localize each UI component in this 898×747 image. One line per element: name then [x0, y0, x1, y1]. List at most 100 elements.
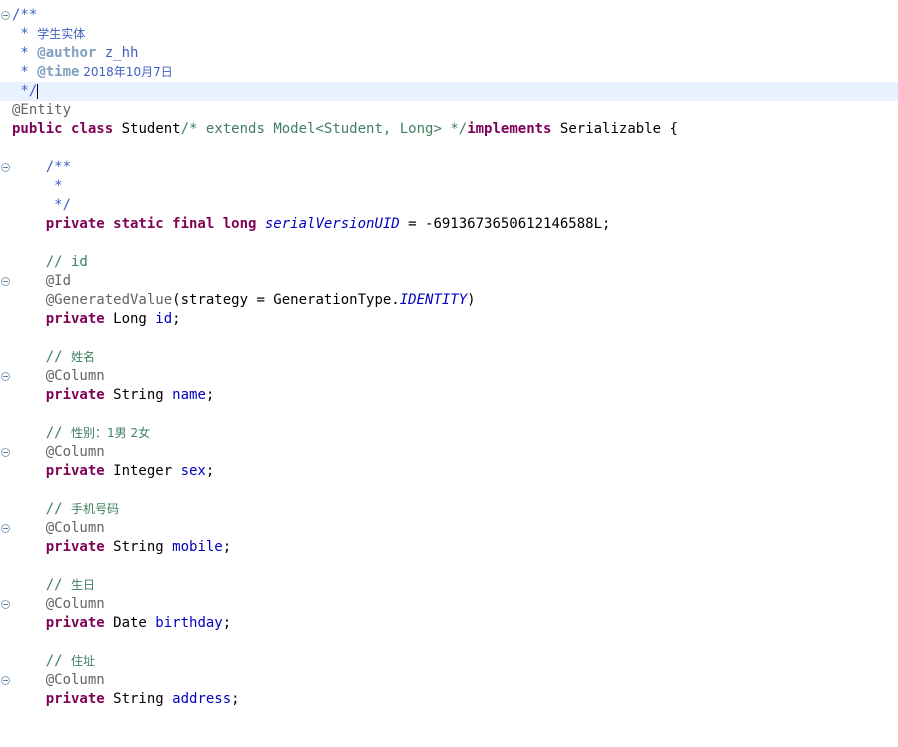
- id-annotation: @Id: [12, 273, 72, 289]
- comment-prefix: //: [12, 349, 72, 365]
- javadoc-open: /**: [12, 159, 72, 175]
- code-line-9[interactable]: /**: [0, 158, 898, 177]
- field-name: birthday: [155, 615, 223, 631]
- semicolon: ;: [172, 311, 181, 327]
- code-line-12[interactable]: private static final long serialVersionU…: [0, 215, 898, 234]
- code-line-19[interactable]: // 姓名: [0, 348, 898, 367]
- fold-collapse-icon[interactable]: [1, 11, 10, 20]
- text-caret: [37, 83, 39, 99]
- field-comment: 性别：1男 2女: [71, 426, 151, 440]
- javadoc-star: *: [12, 45, 38, 61]
- code-line-32[interactable]: @Column: [0, 595, 898, 614]
- fold-collapse-icon[interactable]: [1, 163, 10, 172]
- code-line-27[interactable]: // 手机号码: [0, 500, 898, 519]
- code-line-29[interactable]: private String mobile;: [0, 538, 898, 557]
- code-line-3[interactable]: * @author z_hh: [0, 44, 898, 63]
- class-name: Student: [113, 121, 181, 137]
- field-comment: 手机号码: [71, 502, 120, 516]
- identity-constant: IDENTITY: [399, 292, 468, 308]
- code-line-21[interactable]: private String name;: [0, 386, 898, 405]
- code-line-10[interactable]: *: [0, 177, 898, 196]
- keyword-private: private: [12, 615, 105, 631]
- javadoc-open: /**: [12, 7, 38, 23]
- keyword-private: private: [12, 311, 105, 327]
- javadoc-author-value: z_hh: [96, 45, 139, 61]
- code-line-31[interactable]: // 生日: [0, 576, 898, 595]
- code-line-1[interactable]: /**: [0, 6, 898, 25]
- comment-prefix: //: [12, 653, 72, 669]
- code-line-37[interactable]: private String address;: [0, 690, 898, 709]
- javadoc-author-tag: @author: [37, 45, 97, 61]
- code-line-17[interactable]: private Long id;: [0, 310, 898, 329]
- generated-value-annotation: @GeneratedValue: [12, 292, 173, 308]
- serial-version-uid: serialVersionUID: [264, 216, 400, 232]
- entity-annotation: @Entity: [12, 102, 72, 118]
- keyword-public: public: [12, 121, 63, 137]
- column-annotation: @Column: [12, 368, 105, 384]
- javadoc-time-tag: @time: [37, 64, 80, 80]
- fold-collapse-icon[interactable]: [1, 676, 10, 685]
- fold-collapse-icon[interactable]: [1, 600, 10, 609]
- javadoc-close: */: [12, 197, 72, 213]
- column-annotation: @Column: [12, 444, 105, 460]
- field-name: name: [172, 387, 206, 403]
- comment-prefix: //: [12, 425, 72, 441]
- semicolon: ;: [205, 463, 215, 479]
- interface-name: Serializable {: [551, 121, 678, 137]
- field-comment: 生日: [71, 578, 96, 592]
- javadoc-description: 学生实体: [37, 27, 86, 41]
- code-line-16[interactable]: @GeneratedValue(strategy = GenerationTyp…: [0, 291, 898, 310]
- code-line-23[interactable]: // 性别：1男 2女: [0, 424, 898, 443]
- column-annotation: @Column: [12, 520, 105, 536]
- code-line-4[interactable]: * @time 2018年10月7日: [0, 63, 898, 82]
- code-line-14[interactable]: // id: [0, 253, 898, 272]
- annotation-args: (strategy = GenerationType.: [172, 292, 400, 308]
- field-comment: 姓名: [71, 350, 96, 364]
- semicolon: ;: [231, 691, 240, 707]
- keyword-private: private: [12, 387, 105, 403]
- keyword-implements: implements: [467, 121, 552, 137]
- code-line-24[interactable]: @Column: [0, 443, 898, 462]
- keyword-private: private: [12, 463, 105, 479]
- semicolon: ;: [222, 615, 232, 631]
- javadoc-star: *: [12, 26, 38, 42]
- code-line-7[interactable]: public class Student/* extends Model<Stu…: [0, 120, 898, 139]
- column-annotation: @Column: [12, 596, 105, 612]
- code-line-25[interactable]: private Integer sex;: [0, 462, 898, 481]
- column-annotation: @Column: [12, 672, 105, 688]
- fold-collapse-icon[interactable]: [1, 448, 10, 457]
- field-type: Integer: [104, 463, 181, 479]
- line-comment: // id: [12, 254, 88, 270]
- keyword-private: private: [12, 539, 105, 555]
- field-name: address: [172, 691, 232, 707]
- inline-comment: /* extends Model<Student, Long> */: [180, 121, 468, 137]
- field-type: String: [104, 387, 173, 403]
- comment-prefix: //: [12, 577, 72, 593]
- field-type: String: [104, 691, 173, 707]
- code-line-6[interactable]: @Entity: [0, 101, 898, 120]
- code-line-33[interactable]: private Date birthday;: [0, 614, 898, 633]
- semicolon: ;: [222, 539, 232, 555]
- field-modifiers: private static final long: [12, 216, 265, 232]
- code-line-28[interactable]: @Column: [0, 519, 898, 538]
- field-name: id: [155, 311, 173, 327]
- code-line-5-current[interactable]: */: [0, 82, 898, 101]
- fold-collapse-icon[interactable]: [1, 277, 10, 286]
- fold-collapse-icon[interactable]: [1, 372, 10, 381]
- keyword-private: private: [12, 691, 105, 707]
- fold-collapse-icon[interactable]: [1, 524, 10, 533]
- code-line-35[interactable]: // 住址: [0, 652, 898, 671]
- code-line-15[interactable]: @Id: [0, 272, 898, 291]
- javadoc-time-value: 2018年10月7日: [79, 65, 173, 79]
- code-line-11[interactable]: */: [0, 196, 898, 215]
- semicolon: ;: [205, 387, 215, 403]
- serial-value: = -6913673650612146588L;: [399, 216, 611, 232]
- code-line-36[interactable]: @Column: [0, 671, 898, 690]
- code-line-20[interactable]: @Column: [0, 367, 898, 386]
- field-name: mobile: [172, 539, 223, 555]
- code-line-2[interactable]: * 学生实体: [0, 25, 898, 44]
- field-type: Long: [104, 311, 156, 327]
- field-name: sex: [180, 463, 206, 479]
- annotation-close: ): [467, 292, 476, 308]
- code-editor[interactable]: /** * 学生实体 * @author z_hh * @time 2018年1…: [0, 0, 898, 722]
